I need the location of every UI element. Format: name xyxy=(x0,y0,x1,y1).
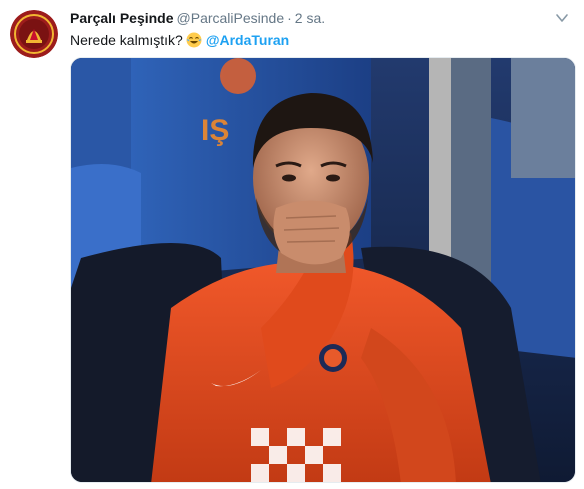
timestamp[interactable]: 2 sa. xyxy=(295,10,325,26)
photo-football-player-on-bench: IŞ xyxy=(71,58,575,482)
avatar[interactable] xyxy=(10,10,58,58)
tweet-photo[interactable]: IŞ xyxy=(70,57,576,483)
chevron-down-icon[interactable] xyxy=(554,11,570,25)
separator-dot: · xyxy=(287,10,292,26)
club-crest-icon xyxy=(10,10,58,58)
tweet-text: Nerede kalmıştık? @ArdaTuran xyxy=(70,31,289,49)
svg-text:IŞ: IŞ xyxy=(201,114,229,147)
mention-link[interactable]: @ArdaTuran xyxy=(206,32,289,48)
tweet-body: Nerede kalmıştık? xyxy=(70,32,183,48)
display-name[interactable]: Parçalı Peşinde xyxy=(70,10,174,26)
tweet[interactable]: Parçalı Peşinde @ParcaliPesinde · 2 sa. Ner… xyxy=(0,0,584,489)
tweet-header: Parçalı Peşinde @ParcaliPesinde · 2 sa. xyxy=(70,9,325,27)
face-with-tears-of-joy-emoji xyxy=(186,32,202,48)
user-handle[interactable]: @ParcaliPesinde xyxy=(177,10,285,26)
